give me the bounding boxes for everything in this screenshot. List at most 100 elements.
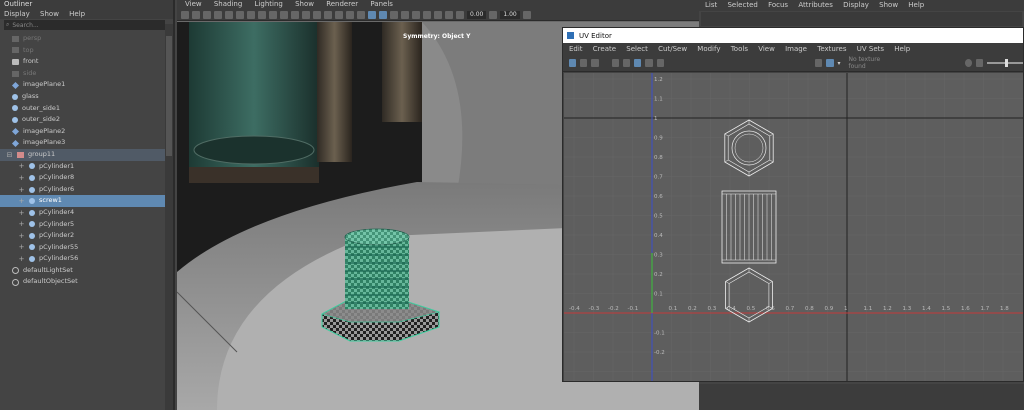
outliner-menu-help[interactable]: Help [69, 10, 85, 18]
expand-icon[interactable]: + [18, 244, 25, 251]
uv-image-display-icon[interactable] [815, 59, 823, 67]
viewport-menu-view[interactable]: View [185, 0, 202, 8]
outliner-item[interactable]: outer_side1 [0, 103, 167, 115]
viewport-menu-shading[interactable]: Shading [214, 0, 242, 8]
outliner-item[interactable]: side [0, 68, 167, 80]
uv-menu-modify[interactable]: Modify [697, 45, 720, 53]
outliner-item[interactable]: + pCylinder2 [0, 230, 167, 242]
bookmark-icon[interactable] [203, 10, 211, 19]
outliner-item[interactable]: + pCylinder6 [0, 184, 167, 196]
channel-menu-show[interactable]: Show [879, 1, 898, 9]
uv-pixel-snap-icon[interactable] [645, 59, 653, 67]
wireframe-icon[interactable] [302, 10, 310, 19]
grid-toggle-icon[interactable] [225, 10, 233, 19]
uv-color-icon[interactable] [964, 59, 972, 67]
safe-action-icon[interactable] [280, 10, 288, 19]
expand-icon[interactable]: + [18, 163, 25, 170]
uv-menu-create[interactable]: Create [593, 45, 616, 53]
outliner-item[interactable]: top [0, 45, 167, 57]
uv-menu-help[interactable]: Help [894, 45, 910, 53]
gate-mask-icon[interactable] [258, 10, 266, 19]
exposure-field[interactable]: 0.00 [467, 10, 487, 19]
expand-icon[interactable]: + [18, 186, 25, 193]
uv-isolate-icon[interactable] [611, 59, 620, 67]
uv-texture-grid[interactable]: -0.4 -0.3 -0.2 -0.1 0.1 0.2 0.3 0.4 0.5 0.6 0.7 0.8… [554, 59, 1023, 392]
xray-icon[interactable] [379, 10, 387, 19]
shaded-wireframe-icon[interactable] [324, 10, 332, 19]
viewport-menu-lighting[interactable]: Lighting [255, 0, 283, 8]
outliner-menu-display[interactable]: Display [4, 10, 30, 18]
xray-components-icon[interactable] [401, 10, 409, 19]
outliner-item[interactable]: imagePlane2 [0, 126, 167, 138]
uv-snapshot-icon[interactable] [656, 59, 664, 67]
uv-exposure-slider[interactable] [987, 59, 1023, 67]
outliner-scrollbar[interactable] [165, 24, 173, 410]
uv-menu-edit[interactable]: Edit [569, 45, 583, 53]
texture-dropdown[interactable]: No texture found [849, 56, 895, 70]
uv-grid-icon[interactable] [569, 59, 577, 67]
collapse-icon[interactable]: ⊟ [6, 151, 13, 158]
camera-attributes-icon[interactable] [192, 10, 200, 19]
xray-joints-icon[interactable] [390, 10, 398, 19]
outliner-item[interactable]: defaultLightSet [0, 265, 167, 277]
shadows-icon[interactable] [357, 10, 365, 19]
outliner-item[interactable]: + screw1 [0, 195, 167, 207]
uv-texture-borders-icon[interactable] [623, 59, 631, 67]
outliner-item[interactable]: outer_side2 [0, 114, 167, 126]
outliner-item[interactable]: ⊟ group11 [0, 148, 167, 161]
field-chart-icon[interactable] [269, 10, 277, 19]
outliner-search-input[interactable]: ⌕ Search... [4, 20, 165, 30]
select-camera-icon[interactable] [181, 10, 189, 19]
uv-display-grid-icon[interactable] [634, 59, 642, 67]
uv-menu-tools[interactable]: Tools [731, 45, 748, 53]
outliner-item[interactable]: + pCylinder1 [0, 161, 167, 173]
viewport-menu-panels[interactable]: Panels [370, 0, 393, 8]
uv-editor-titlebar[interactable]: UV Editor [563, 28, 1023, 43]
expand-icon[interactable]: + [18, 221, 25, 228]
uv-menu-uv-sets[interactable]: UV Sets [857, 45, 884, 53]
gamma-icon[interactable] [489, 10, 498, 19]
isolate-select-icon[interactable] [368, 10, 376, 19]
uv-menu-textures[interactable]: Textures [817, 45, 846, 53]
channel-menu-focus[interactable]: Focus [768, 1, 788, 9]
outliner-item[interactable]: defaultObjectSet [0, 276, 167, 288]
outliner-item[interactable]: imagePlane1 [0, 79, 167, 91]
channel-menu-help[interactable]: Help [908, 1, 924, 9]
channel-menu-display[interactable]: Display [843, 1, 869, 9]
outliner-item[interactable]: imagePlane3 [0, 137, 167, 149]
outliner-item[interactable]: + pCylinder4 [0, 207, 167, 219]
smooth-shade-icon[interactable] [313, 10, 321, 19]
channel-menu-list[interactable]: List [705, 1, 717, 9]
film-gate-icon[interactable] [236, 10, 244, 19]
textured-icon[interactable] [335, 10, 343, 19]
channel-menu-attributes[interactable]: Attributes [798, 1, 833, 9]
viewport-menu-show[interactable]: Show [295, 0, 314, 8]
depth-of-field-icon[interactable] [445, 10, 453, 19]
viewport-menu-renderer[interactable]: Renderer [326, 0, 358, 8]
outliner-item[interactable]: + pCylinder8 [0, 172, 167, 184]
color-management-icon[interactable] [522, 10, 531, 19]
uv-exposure-icon[interactable] [975, 59, 984, 67]
channel-menu-selected[interactable]: Selected [727, 1, 757, 9]
uv-checker-icon[interactable] [580, 59, 588, 67]
uv-dim-image-icon[interactable] [826, 59, 834, 67]
safe-title-icon[interactable] [291, 10, 299, 19]
outliner-item[interactable]: front [0, 56, 167, 68]
expand-icon[interactable]: + [18, 256, 25, 263]
antialiasing-icon[interactable] [434, 10, 442, 19]
expand-icon[interactable]: + [18, 174, 25, 181]
uv-menu-image[interactable]: Image [785, 45, 807, 53]
uv-menu-select[interactable]: Select [626, 45, 648, 53]
outliner-item[interactable]: persp [0, 33, 167, 45]
uv-menu-cut-sew[interactable]: Cut/Sew [658, 45, 687, 53]
motion-blur-icon[interactable] [423, 10, 431, 19]
outliner-item[interactable]: + pCylinder55 [0, 242, 167, 254]
expand-icon[interactable]: + [18, 209, 25, 216]
gamma-field[interactable]: 1.00 [500, 10, 520, 19]
outliner-item[interactable]: + pCylinder56 [0, 253, 167, 265]
uv-exposure-slider-handle[interactable] [1005, 59, 1009, 67]
outliner-item[interactable]: + pCylinder5 [0, 219, 167, 231]
ambient-occlusion-icon[interactable] [412, 10, 420, 19]
expand-icon[interactable]: + [18, 198, 25, 205]
expand-icon[interactable]: + [18, 232, 25, 239]
